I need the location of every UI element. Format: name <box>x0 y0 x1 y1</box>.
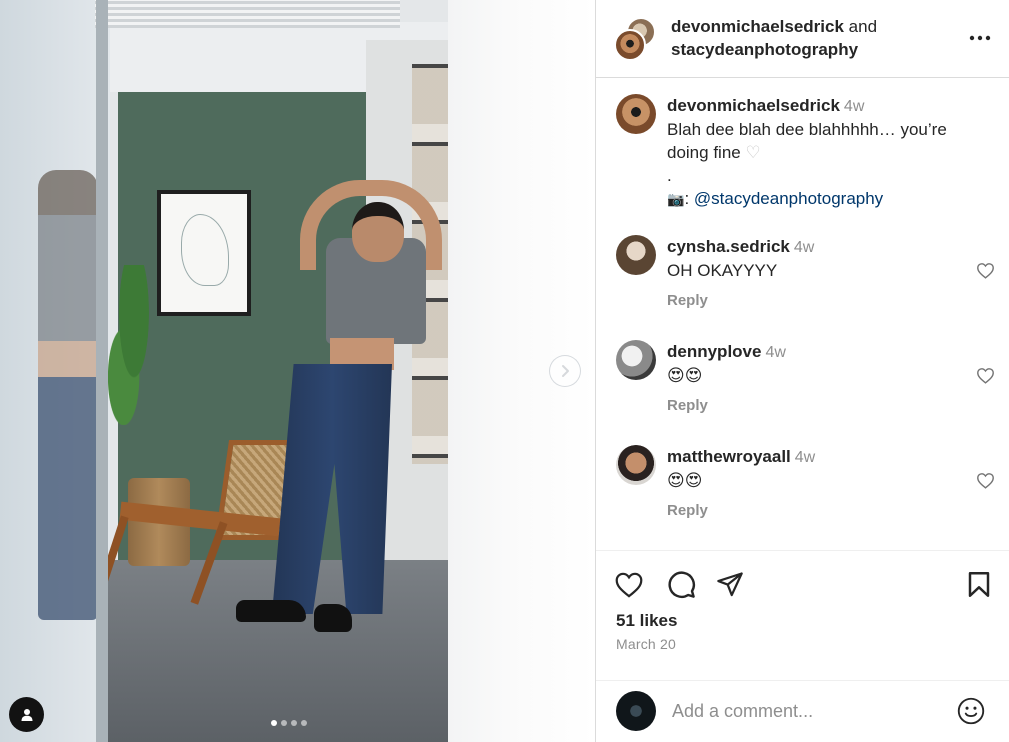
mirror-reflection <box>38 170 98 620</box>
carousel-indicator <box>271 720 307 726</box>
more-options-button[interactable] <box>968 26 992 50</box>
white-heart-emoji: ♡ <box>745 143 761 162</box>
post-side-panel: devonmichaelsedrick and stacydeanphotogr… <box>595 0 1009 742</box>
comment-item: cynsha.sedrick 4w OH OKAYYYY Reply <box>616 235 996 325</box>
collab-names: devonmichaelsedrick and stacydeanphotogr… <box>671 15 877 61</box>
comment-item: dennyplove 4w 😍😍 Reply <box>616 340 996 430</box>
credit-separator: : <box>684 189 690 208</box>
camera-emoji: 📷 <box>667 191 685 207</box>
comment-item: matthewroyaall 4w 😍😍 Reply <box>616 445 996 535</box>
comment-input[interactable] <box>672 697 942 725</box>
avatar[interactable] <box>616 445 656 485</box>
comment-username[interactable]: cynsha.sedrick <box>667 237 790 256</box>
reply-button[interactable]: Reply <box>667 292 708 309</box>
wall-art <box>157 190 251 316</box>
bookmark-icon <box>968 571 990 597</box>
like-button[interactable] <box>613 568 645 600</box>
comment-time: 4w <box>794 449 816 466</box>
header-username-2[interactable]: stacydeanphotography <box>671 40 858 59</box>
avatar[interactable] <box>616 340 656 380</box>
user-tag-icon <box>21 708 32 721</box>
heart-icon <box>976 367 994 384</box>
comment-time: 4w <box>793 239 815 256</box>
carousel-dot <box>281 720 287 726</box>
comment-username[interactable]: dennyplove <box>667 342 761 361</box>
tagged-users-button[interactable] <box>9 697 44 732</box>
avatar <box>616 691 656 731</box>
comment-text: 😍😍 <box>667 471 703 491</box>
heart-icon <box>976 472 994 489</box>
comment-time: 4w <box>765 344 786 361</box>
caption-username[interactable]: devonmichaelsedrick <box>667 96 840 115</box>
comment-like-button[interactable] <box>974 469 996 491</box>
emoji-picker-button[interactable] <box>956 696 986 726</box>
comment-like-button[interactable] <box>974 259 996 281</box>
reply-button[interactable]: Reply <box>667 397 708 414</box>
carousel-dot <box>301 720 307 726</box>
paper-plane-icon <box>717 572 743 597</box>
add-comment-bar <box>596 680 1009 742</box>
comments-list[interactable]: devonmichaelsedrick 4w Blah dee blah dee … <box>596 79 1009 549</box>
reply-button[interactable]: Reply <box>667 502 708 519</box>
carousel-dot <box>291 720 297 726</box>
comment-bubble-icon <box>667 570 695 598</box>
smiley-icon <box>957 697 985 725</box>
likes-count[interactable]: 51 likes <box>616 611 677 631</box>
post-header: devonmichaelsedrick and stacydeanphotogr… <box>596 0 1009 78</box>
save-button[interactable] <box>963 568 995 600</box>
header-username-1[interactable]: devonmichaelsedrick <box>671 17 844 36</box>
caption-text: Blah dee blah dee blahhhhh… you’re doing… <box>667 120 947 162</box>
header-conjunction: and <box>848 17 878 36</box>
avatar[interactable] <box>616 235 656 275</box>
avatar[interactable] <box>614 29 646 61</box>
heart-icon <box>615 572 643 598</box>
more-horizontal-icon <box>969 35 991 41</box>
post-date: March 20 <box>616 636 676 652</box>
chevron-right-icon <box>562 365 569 377</box>
collab-avatars[interactable] <box>614 17 658 61</box>
next-photo-button[interactable] <box>549 355 581 387</box>
comment-text: OH OKAYYYY <box>667 261 778 280</box>
heart-icon <box>976 262 994 279</box>
photographer-mention-link[interactable]: @stacydeanphotography <box>694 189 883 208</box>
caption-time: 4w <box>843 98 865 115</box>
comment-button[interactable] <box>665 568 697 600</box>
avatar[interactable] <box>616 94 656 134</box>
share-button[interactable] <box>714 568 746 600</box>
post-photo[interactable] <box>0 0 595 742</box>
comment-text: 😍😍 <box>667 366 703 386</box>
comment-username[interactable]: matthewroyaall <box>667 447 791 466</box>
plant <box>108 265 160 425</box>
carousel-dot <box>271 720 277 726</box>
caption-dot: . <box>667 166 672 185</box>
comment-like-button[interactable] <box>974 364 996 386</box>
post-actions: 51 likes March 20 <box>596 550 1009 680</box>
